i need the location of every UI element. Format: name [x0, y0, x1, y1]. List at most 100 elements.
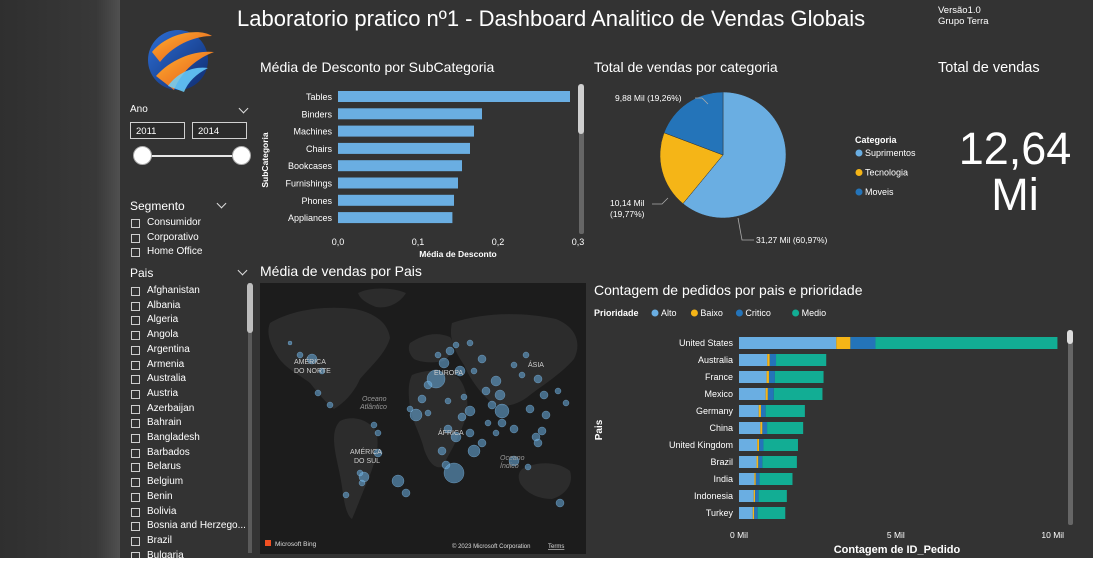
pie-legend-moveis[interactable]: Moveis	[865, 187, 894, 197]
map-bubble[interactable]	[497, 418, 507, 428]
pais-chevron-down-icon[interactable]	[237, 265, 248, 276]
map-bubble[interactable]	[465, 428, 475, 438]
orders-bar-indonesia-critico[interactable]	[755, 490, 759, 502]
pais-option-barbados[interactable]: Barbados	[147, 447, 190, 458]
map-bubble[interactable]	[554, 387, 562, 395]
pais-checkbox-austria[interactable]	[131, 389, 140, 399]
orders-bar-indonesia-baixo[interactable]	[753, 490, 756, 502]
ano-slider-handle-max[interactable]	[232, 146, 251, 165]
map-bubble[interactable]	[477, 354, 487, 364]
segmento-chevron-down-icon[interactable]	[216, 198, 227, 209]
pais-option-bulgaria[interactable]: Bulgaria	[147, 550, 184, 558]
map-bubble[interactable]	[541, 410, 551, 420]
ano-slider-track[interactable]	[142, 155, 242, 157]
orders-bar-china-baixo[interactable]	[760, 422, 763, 434]
pais-option-belgium[interactable]: Belgium	[147, 476, 183, 487]
map-bubble[interactable]	[533, 374, 543, 384]
map-bubble[interactable]	[524, 463, 532, 471]
orders-bar-united-states-baixo[interactable]	[836, 337, 851, 349]
map-bubble[interactable]	[477, 438, 487, 448]
orders-bar-australia-medio[interactable]	[776, 354, 827, 366]
map-bubble[interactable]	[460, 393, 468, 401]
discount-bar-furnishings[interactable]	[338, 177, 458, 189]
orders-bar-united-kingdom-alto[interactable]	[739, 439, 758, 451]
orders-bar-united-kingdom-baixo[interactable]	[757, 439, 760, 451]
map-bubble[interactable]	[470, 367, 478, 375]
segmento-option-home-office[interactable]: Home Office	[147, 246, 202, 257]
orders-stacked-bar-chart[interactable]: Prioridade Alto Baixo Critico Medio United St…	[590, 302, 1085, 558]
pais-checkbox-albania[interactable]	[131, 301, 140, 311]
pie-legend-suprimentos[interactable]: Suprimentos	[865, 148, 916, 158]
category-pie-chart[interactable]: 9,88 Mil (19,26%) 10,14 Mil(19,77%) 31,27 …	[590, 82, 930, 262]
orders-bar-india-baixo[interactable]	[754, 473, 756, 485]
pais-checkbox-argentina[interactable]	[131, 345, 140, 355]
map-bubble[interactable]	[464, 405, 476, 417]
orders-bar-germany-medio[interactable]	[765, 405, 805, 417]
pais-option-azerbaijan[interactable]: Azerbaijan	[147, 403, 194, 414]
map-bubble[interactable]	[358, 479, 366, 487]
orders-bar-india-medio[interactable]	[759, 473, 793, 485]
pais-checkbox-brazil[interactable]	[131, 536, 140, 546]
map-bubble[interactable]	[539, 390, 549, 400]
pais-checkbox-bangladesh[interactable]	[131, 434, 140, 443]
map-bubble[interactable]	[437, 446, 447, 456]
pais-checkbox-azerbaijan[interactable]	[131, 404, 140, 414]
map-bubble[interactable]	[401, 488, 411, 498]
map-bubble[interactable]	[417, 394, 427, 404]
discount-bar-bookcases[interactable]	[338, 160, 462, 172]
discount-bar-tables[interactable]	[338, 91, 570, 102]
map-bubble[interactable]	[406, 405, 414, 413]
orders-bar-indonesia-alto[interactable]	[739, 490, 754, 502]
map-bubble[interactable]	[494, 403, 510, 419]
map-bubble[interactable]	[466, 339, 474, 347]
map-bubble[interactable]	[438, 357, 450, 369]
orders-legend-critico[interactable]: Critico	[745, 308, 771, 318]
map-bubble[interactable]	[522, 351, 530, 359]
map-bubble[interactable]	[484, 419, 492, 427]
map-bubble[interactable]	[452, 341, 460, 349]
segmento-checkbox-consumidor[interactable]	[131, 219, 140, 228]
orders-bar-australia-baixo[interactable]	[767, 354, 770, 366]
map-bubble[interactable]	[391, 474, 405, 488]
map-bubble[interactable]	[518, 371, 526, 379]
orders-legend-alto[interactable]: Alto	[661, 308, 677, 318]
orders-bar-mexico-baixo[interactable]	[765, 388, 768, 400]
pais-checkbox-algeria[interactable]	[131, 316, 140, 326]
pais-checkbox-barbados[interactable]	[131, 448, 140, 458]
ano-to-input[interactable]: 2014	[192, 122, 247, 139]
orders-bar-united-states-medio[interactable]	[875, 337, 1058, 349]
orders-legend-baixo[interactable]: Baixo	[700, 308, 723, 318]
orders-bar-china-critico[interactable]	[762, 422, 768, 434]
pais-checkbox-armenia[interactable]	[131, 360, 140, 370]
map-bubble[interactable]	[525, 404, 535, 414]
map-bubble[interactable]	[424, 409, 432, 417]
pais-scrollbar-thumb[interactable]	[247, 283, 253, 333]
map-bubble[interactable]	[467, 444, 481, 458]
orders-bar-brazil-baixo[interactable]	[756, 456, 759, 468]
map-bubble[interactable]	[443, 462, 465, 484]
pais-option-austria[interactable]: Austria	[147, 388, 178, 399]
map-bubble[interactable]	[296, 351, 304, 359]
map-bubble[interactable]	[537, 426, 547, 436]
pais-checkbox-belarus[interactable]	[131, 463, 140, 473]
discount-scrollbar-thumb[interactable]	[578, 84, 584, 134]
segmento-checkbox-home-office[interactable]	[131, 248, 140, 257]
ano-slider-handle-min[interactable]	[133, 146, 152, 165]
discount-bar-chairs[interactable]	[338, 142, 470, 154]
map-terms-link[interactable]: Terms	[548, 544, 564, 550]
orders-bar-turkey-baixo[interactable]	[752, 507, 755, 519]
orders-bar-india-alto[interactable]	[739, 473, 755, 485]
discount-bar-chart[interactable]: Tables Binders Machines Chairs Bookcases Furn…	[258, 82, 588, 262]
orders-bar-india-critico[interactable]	[755, 473, 760, 485]
orders-bar-france-alto[interactable]	[739, 371, 767, 383]
map-bubble[interactable]	[370, 421, 378, 429]
map-bubble[interactable]	[487, 400, 497, 410]
pais-checkbox-bolivia[interactable]	[131, 507, 140, 517]
map-bubble[interactable]	[444, 397, 452, 405]
pais-checkbox-australia[interactable]	[131, 375, 140, 385]
orders-scrollbar-thumb[interactable]	[1067, 330, 1073, 344]
orders-bar-indonesia-medio[interactable]	[758, 490, 787, 502]
pais-checkbox-belgium[interactable]	[131, 478, 140, 488]
pais-option-australia[interactable]: Australia	[147, 373, 186, 384]
orders-bar-germany-baixo[interactable]	[758, 405, 761, 417]
